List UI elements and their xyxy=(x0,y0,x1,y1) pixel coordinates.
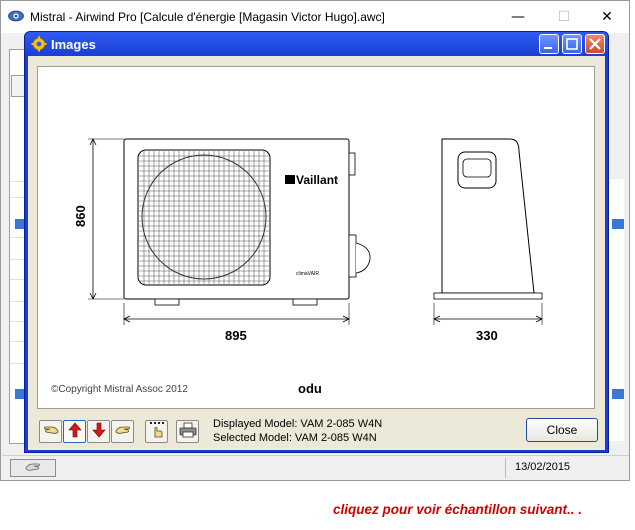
window-title: Mistral - Airwind Pro [Calcule d'énergie… xyxy=(30,10,385,24)
depth-dimension: 330 xyxy=(476,328,498,343)
maximize-button[interactable]: ☐ xyxy=(541,1,587,33)
close-button[interactable]: Close xyxy=(526,418,598,442)
image-viewer: Vaillant climaVAIR 860 895 330 ©Copyrigh… xyxy=(37,66,595,409)
copyright-text: Copyright Mistral Assoc 2012 xyxy=(58,384,188,395)
dialog-title: Images xyxy=(51,37,96,52)
dialog-titlebar[interactable]: Images xyxy=(25,32,608,56)
image-caption: odu xyxy=(298,381,322,396)
hand-right-icon xyxy=(114,423,132,440)
dialog-close-button[interactable] xyxy=(585,34,605,54)
hand-icon xyxy=(24,461,42,476)
previous-button[interactable] xyxy=(63,420,86,443)
select-button[interactable] xyxy=(145,420,168,443)
selected-model-text: Selected Model: VAM 2-085 W4N xyxy=(213,432,377,444)
window-close-button[interactable]: ✕ xyxy=(584,1,630,33)
status-separator xyxy=(505,458,506,478)
sub-brand-label: climaVAIR xyxy=(296,271,319,277)
hand-select-icon xyxy=(148,421,166,442)
print-button[interactable] xyxy=(176,420,199,443)
copyright-notice: ©Copyright Mistral Assoc 2012 xyxy=(51,384,188,395)
brand-label: Vaillant xyxy=(296,173,338,187)
displayed-model-text: Displayed Model: VAM 2-085 W4N xyxy=(213,418,383,430)
hand-left-button[interactable] xyxy=(39,420,62,443)
dialog-maximize-button[interactable] xyxy=(562,34,582,54)
dialog-minimize-button[interactable] xyxy=(539,34,559,54)
status-date: 13/02/2015 xyxy=(515,461,571,473)
main-titlebar: Mistral - Airwind Pro [Calcule d'énergie… xyxy=(1,1,629,33)
arrow-down-icon xyxy=(91,422,106,441)
printer-icon xyxy=(179,422,197,441)
eye-icon xyxy=(8,9,24,23)
dialog-body: Vaillant climaVAIR 860 895 330 ©Copyrigh… xyxy=(28,56,605,450)
next-sample-link[interactable]: cliquez pour voir échantillon suivant.. … xyxy=(333,502,582,517)
gear-icon xyxy=(31,36,47,52)
background-selected-row xyxy=(612,219,624,229)
outdoor-unit-drawing: Vaillant climaVAIR 860 895 330 xyxy=(73,138,543,343)
status-bar: 13/02/2015 xyxy=(2,455,629,479)
hand-right-button[interactable] xyxy=(111,420,134,443)
images-dialog: Images Vaillant climaVAIR 860 895 330 ©C… xyxy=(24,31,609,453)
width-dimension: 895 xyxy=(225,328,247,343)
hand-left-icon xyxy=(42,423,60,440)
height-dimension: 860 xyxy=(73,205,88,227)
background-selected-row xyxy=(612,389,624,399)
minimize-button[interactable]: — xyxy=(495,1,541,33)
next-button[interactable] xyxy=(87,420,110,443)
arrow-up-icon xyxy=(67,422,82,441)
status-button[interactable] xyxy=(10,459,56,477)
